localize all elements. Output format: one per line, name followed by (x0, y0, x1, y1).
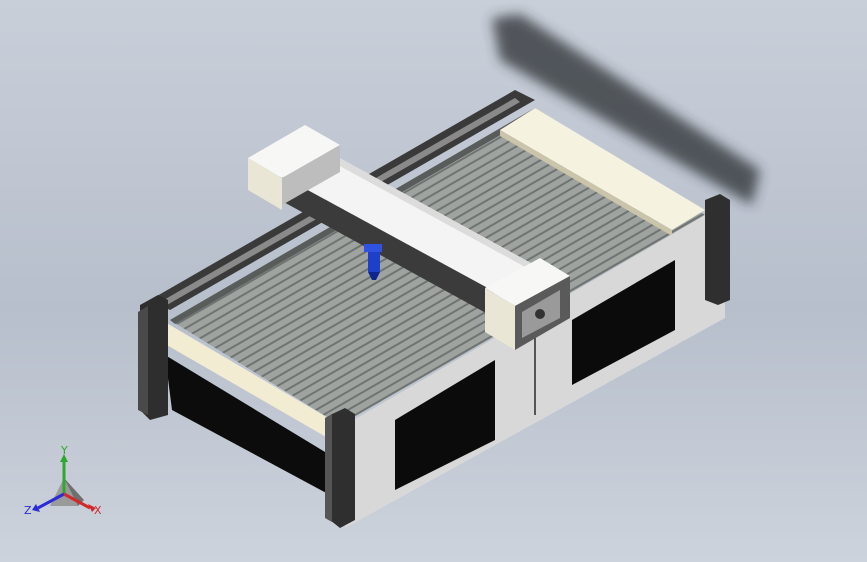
x-axis-label: X (94, 504, 102, 517)
laser-cutter-model[interactable] (0, 0, 867, 562)
3d-viewport[interactable]: Y Z X (0, 0, 867, 562)
z-axis-label: Z (24, 504, 32, 517)
y-axis-label: Y (60, 446, 68, 457)
right-end-post (705, 194, 730, 305)
front-corner-post (325, 408, 355, 528)
left-end-post (138, 295, 168, 420)
orientation-triad[interactable]: Y Z X (24, 446, 104, 526)
